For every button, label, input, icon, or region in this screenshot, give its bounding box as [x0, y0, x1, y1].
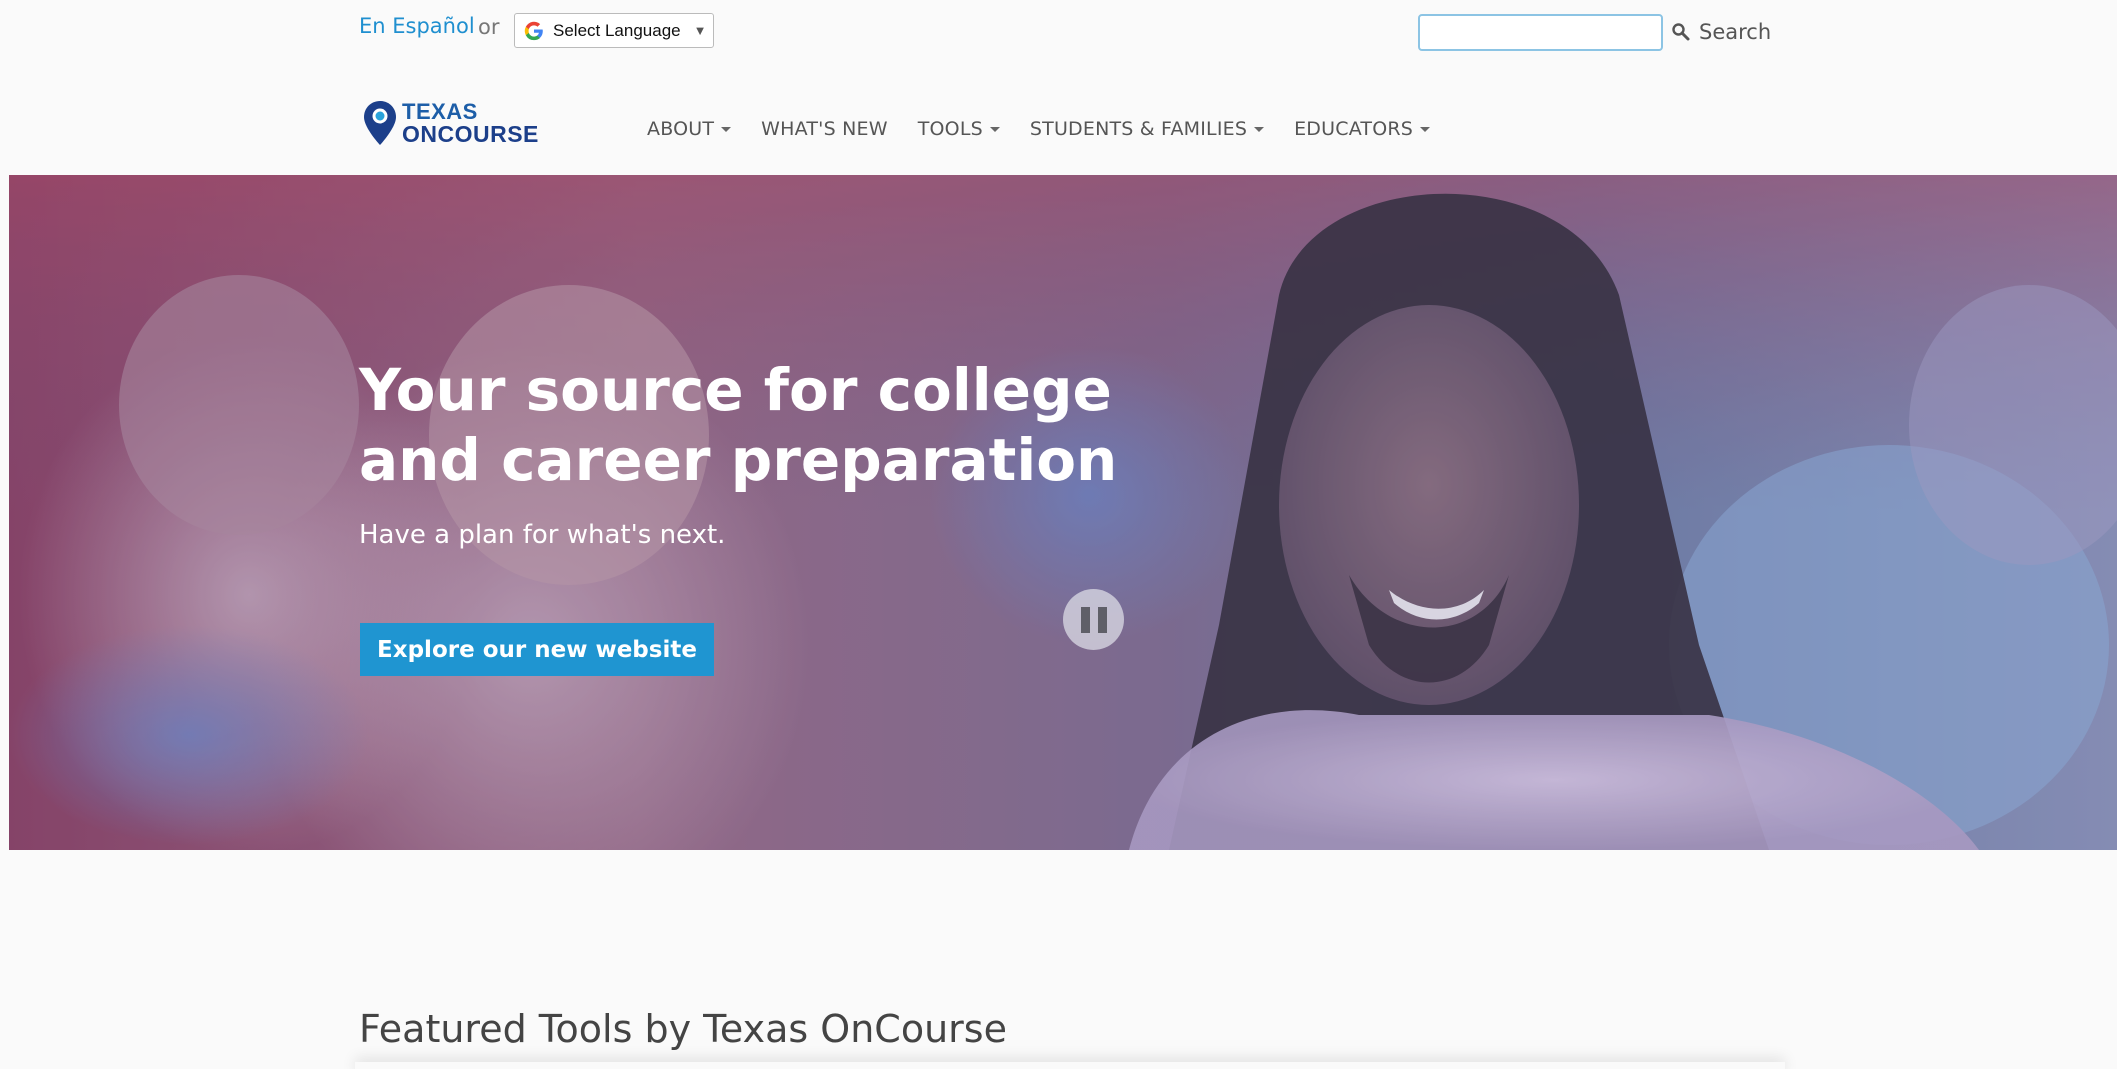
pause-icon-bar: [1097, 606, 1107, 633]
language-select[interactable]: Select Language ▼: [514, 13, 714, 48]
explore-website-button[interactable]: Explore our new website: [360, 623, 714, 676]
nav-item-students-families[interactable]: STUDENTS & FAMILIES: [1029, 118, 1265, 140]
or-text: or: [478, 15, 500, 39]
google-icon: [524, 21, 543, 40]
featured-tools-card-edge: [355, 1062, 1785, 1069]
nav-item-whats-new[interactable]: WHAT'S NEW: [761, 118, 888, 140]
location-pin-icon: [364, 101, 396, 145]
logo-line-1: TEXAS: [402, 99, 478, 124]
nav-item-label: EDUCATORS: [1294, 118, 1414, 140]
hero-title: Your source for college and career prepa…: [359, 356, 1118, 494]
dropdown-arrow-icon: ▼: [693, 23, 707, 38]
caret-down-icon: [721, 126, 732, 132]
pause-button[interactable]: [1063, 589, 1124, 650]
nav-item-label: WHAT'S NEW: [761, 118, 888, 140]
main-nav: ABOUT WHAT'S NEW TOOLS STUDENTS & FAMILI…: [647, 118, 1460, 140]
page: En Español or Select Language ▼ Search T…: [0, 0, 2117, 1069]
nav-item-about[interactable]: ABOUT: [647, 118, 732, 140]
hero-background-image: [9, 175, 2117, 850]
nav-item-educators[interactable]: EDUCATORS: [1294, 118, 1431, 140]
search-button[interactable]: Search: [1671, 16, 1771, 48]
caret-down-icon: [1254, 126, 1265, 132]
pause-icon: [1080, 606, 1090, 633]
hero-banner: Your source for college and career prepa…: [9, 175, 2117, 850]
featured-tools-heading: Featured Tools by Texas OnCourse: [359, 1007, 1007, 1051]
logo-line-2: ONCOURSE: [402, 121, 539, 147]
nav-item-tools[interactable]: TOOLS: [918, 118, 1000, 140]
search-input[interactable]: [1418, 14, 1663, 51]
texas-oncourse-logo[interactable]: TEXAS ONCOURSE: [362, 99, 539, 147]
language-select-label: Select Language: [553, 20, 681, 40]
nav-item-label: ABOUT: [647, 118, 715, 140]
nav-item-label: STUDENTS & FAMILIES: [1029, 118, 1248, 140]
logo-text: TEXAS ONCOURSE: [402, 99, 539, 147]
espanol-link[interactable]: En Español: [359, 14, 475, 38]
caret-down-icon: [989, 126, 1000, 132]
search-button-label: Search: [1699, 20, 1772, 44]
caret-down-icon: [1420, 126, 1431, 132]
hero-subtitle: Have a plan for what's next.: [359, 520, 726, 550]
search-icon: [1672, 23, 1690, 41]
nav-item-label: TOOLS: [917, 118, 983, 140]
